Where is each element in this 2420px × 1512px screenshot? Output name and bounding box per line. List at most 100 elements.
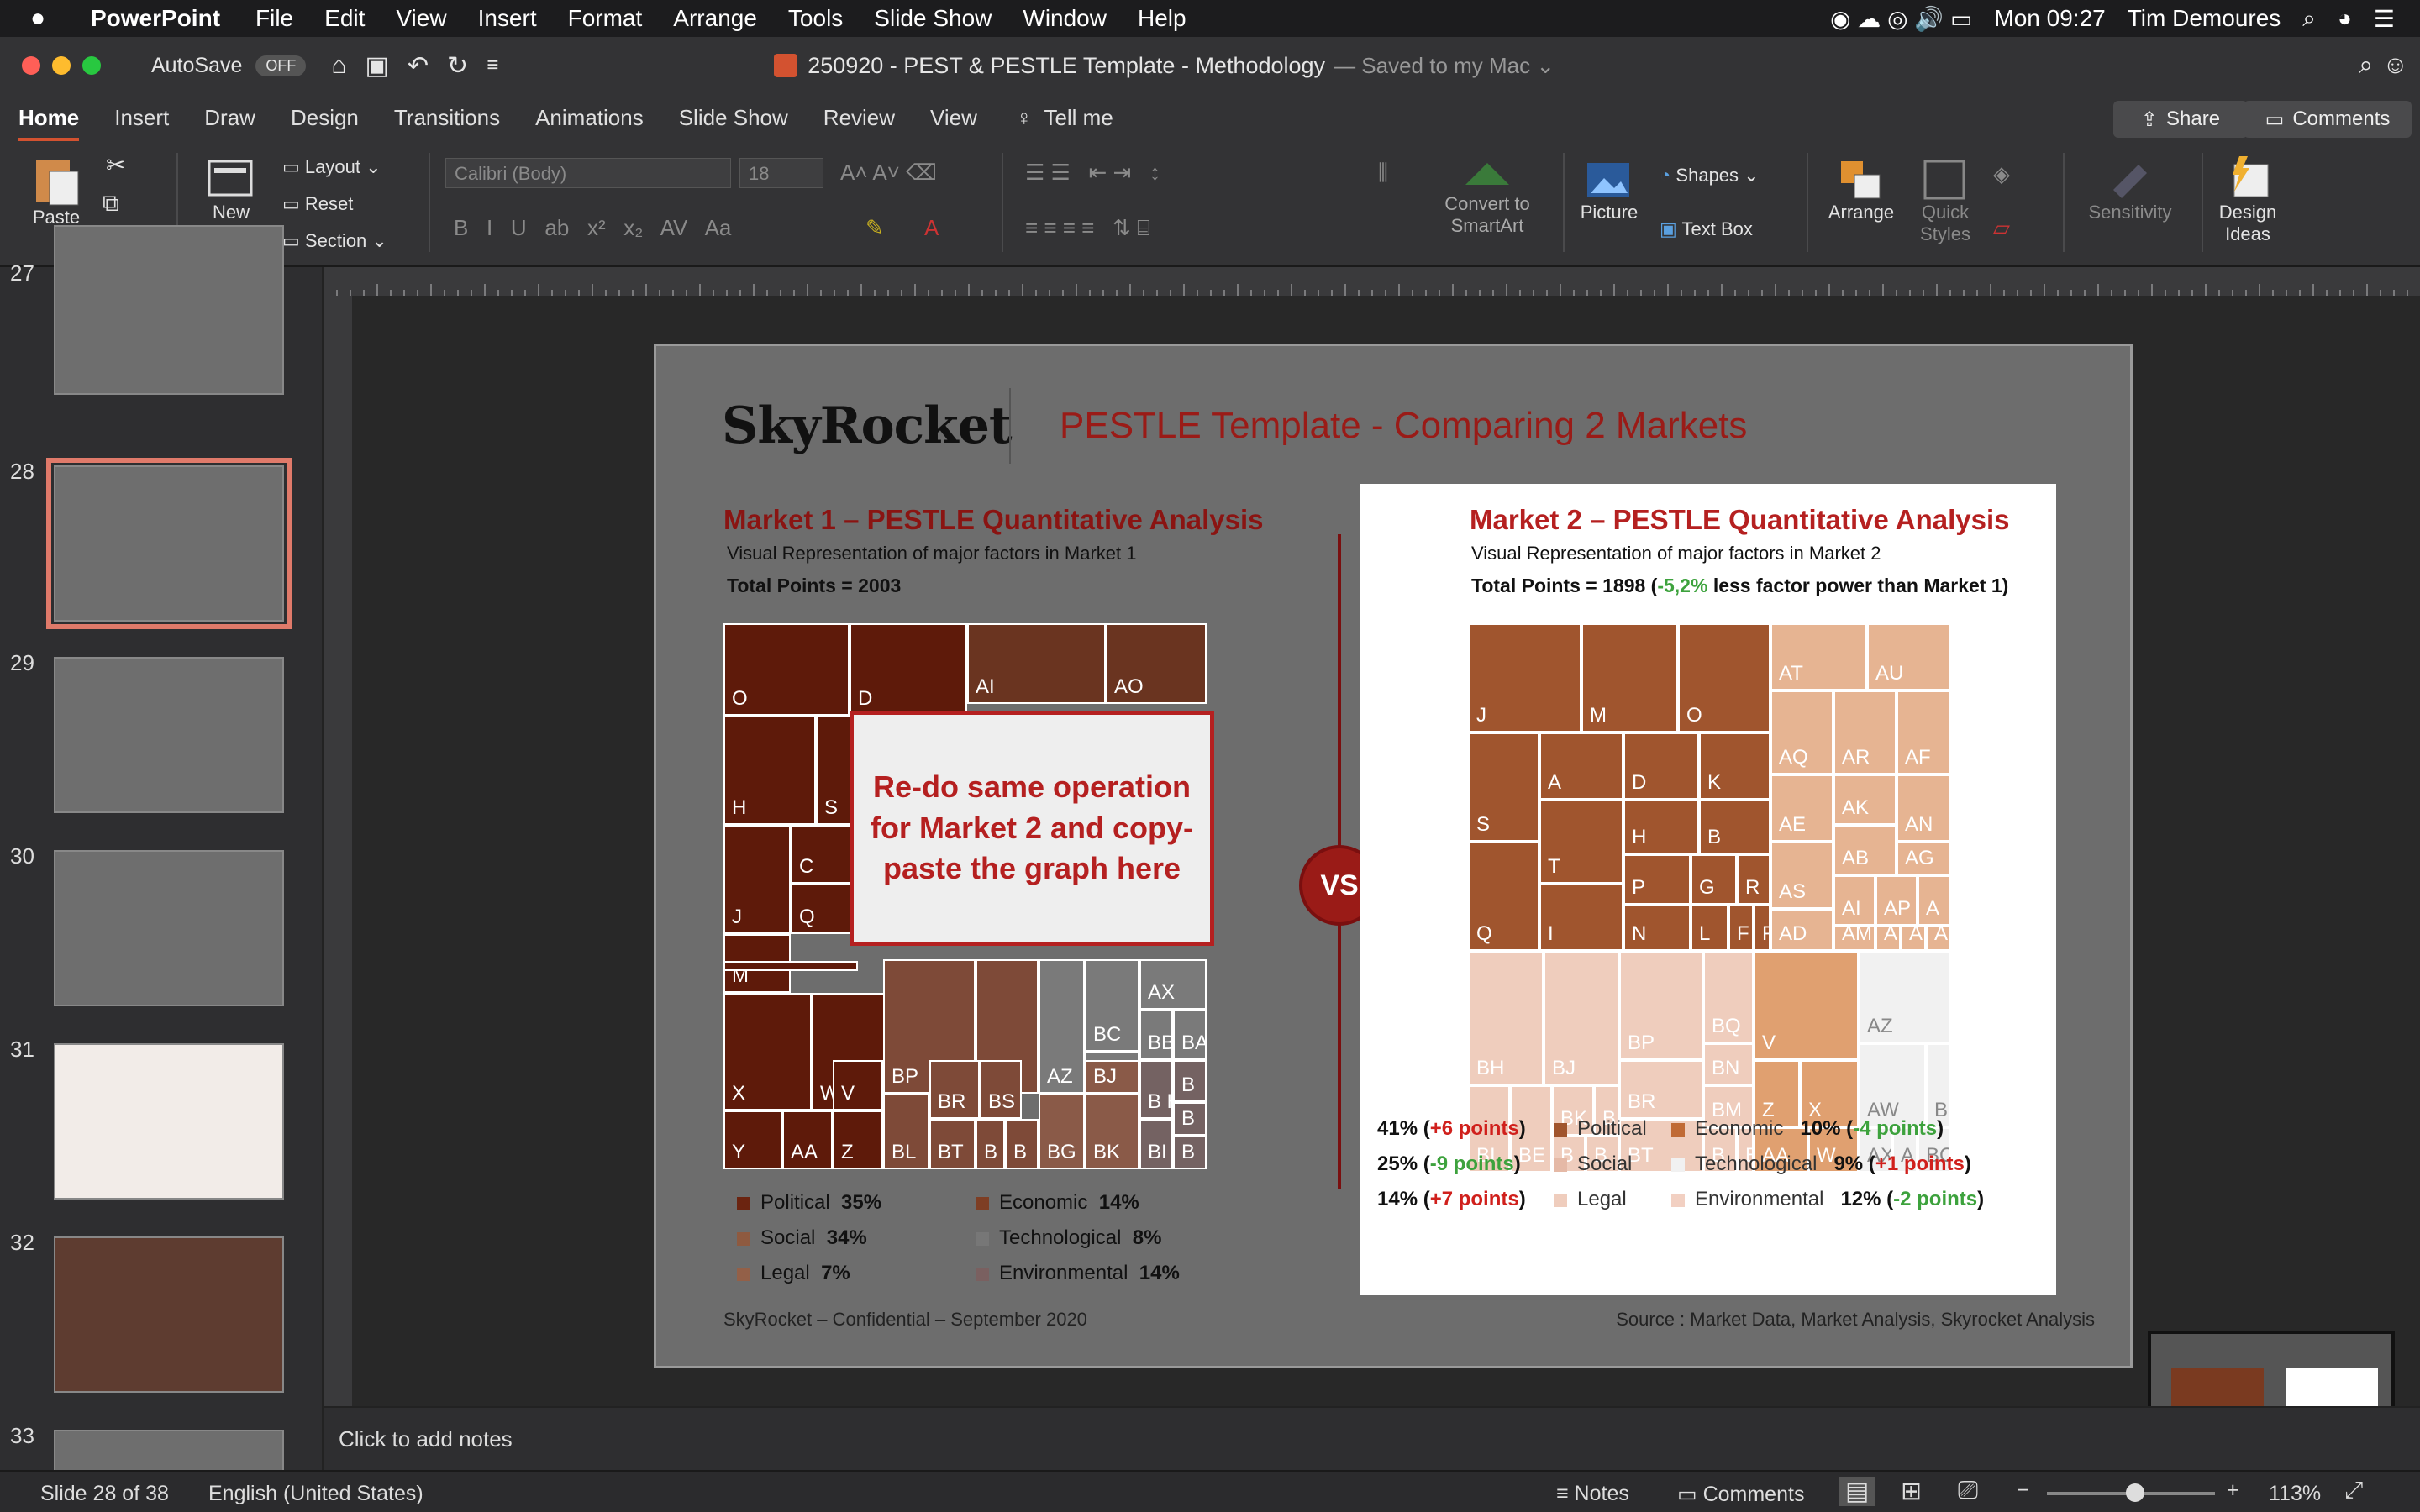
app-menu[interactable]: PowerPoint	[91, 5, 220, 32]
tab-view[interactable]: View	[930, 98, 977, 138]
horizontal-ruler[interactable]	[323, 267, 2420, 296]
tab-home[interactable]: Home	[18, 98, 80, 141]
zoom-in-icon[interactable]: +	[2227, 1478, 2239, 1503]
reset-button[interactable]: ▭ Reset	[282, 193, 353, 215]
copy-icon[interactable]: ⧉	[103, 190, 119, 218]
section-button[interactable]: ▭ Section ⌄	[282, 230, 387, 252]
slide[interactable]: SkyRocket PESTLE Template - Comparing 2 …	[654, 344, 2133, 1368]
bullets-icon[interactable]: ☰ ☰ ⇤ ⇥ ↕	[1025, 160, 1160, 186]
treemap-tile: B H	[1139, 1060, 1173, 1119]
bold-icon[interactable]: B I U ab x² x₂ AV Aa	[454, 215, 731, 241]
tab-draw[interactable]: Draw	[204, 98, 255, 138]
menu-insert[interactable]: Insert	[478, 5, 537, 32]
highlight-icon[interactable]: ✎	[865, 215, 884, 241]
siri-icon[interactable]: ◕	[2338, 5, 2352, 32]
vertical-ruler[interactable]	[324, 296, 352, 1406]
tab-transitions[interactable]: Transitions	[394, 98, 500, 138]
slide-thumbnails-pane[interactable]: 27 28 29 30 31 32 33	[0, 225, 324, 1480]
menu-slideshow[interactable]: Slide Show	[874, 5, 992, 32]
treemap-tile: AD	[1770, 909, 1833, 951]
treemap-tile: H	[1623, 800, 1699, 854]
clock[interactable]: Mon 09:27	[1994, 5, 2105, 32]
minimize-window-button[interactable]	[52, 56, 71, 75]
font-family-select[interactable]: Calibri (Body)	[445, 158, 731, 188]
convert-smartart-button[interactable]: Convert to SmartArt	[1428, 160, 1546, 237]
tell-me[interactable]: Tell me	[1044, 98, 1113, 138]
save-status[interactable]: — Saved to my Mac ⌄	[1334, 53, 1555, 79]
apple-icon[interactable]: ●	[30, 4, 77, 33]
zoom-level[interactable]: 113%	[2269, 1482, 2321, 1506]
search-icon[interactable]: ⌕	[2359, 51, 2373, 80]
slide-thumbnail[interactable]	[54, 1236, 284, 1393]
design-ideas-button[interactable]: Design Ideas	[2210, 153, 2286, 245]
menu-file[interactable]: File	[255, 5, 293, 32]
slide-thumbnail-selected[interactable]	[46, 458, 292, 629]
user-name[interactable]: Tim Demoures	[2128, 5, 2281, 32]
home-icon[interactable]: ⌂	[331, 51, 346, 80]
menu-edit[interactable]: Edit	[324, 5, 365, 32]
slide-thumbnail[interactable]	[54, 1043, 284, 1200]
textbox-button[interactable]: ▣ Text Box	[1660, 218, 1753, 240]
zoom-slider-thumb[interactable]	[2126, 1483, 2144, 1502]
sensitivity-button[interactable]: Sensitivity	[2084, 156, 2176, 223]
tab-animations[interactable]: Animations	[535, 98, 644, 138]
grow-font-icon[interactable]: A˄ A˅ ⌫	[840, 160, 937, 186]
menu-help[interactable]: Help	[1138, 5, 1186, 32]
columns-icon[interactable]: ⫼	[1378, 160, 1388, 186]
layout-button[interactable]: ▭ Layout ⌄	[282, 156, 381, 178]
tab-slideshow[interactable]: Slide Show	[679, 98, 788, 138]
slide-thumbnail[interactable]	[54, 657, 284, 813]
sorter-view-icon[interactable]: ⊞	[1901, 1477, 1922, 1506]
fit-slide-icon[interactable]: ⤢	[2344, 1477, 2363, 1504]
font-color-icon[interactable]: A	[924, 215, 939, 241]
menu-view[interactable]: View	[396, 5, 446, 32]
font-size-select[interactable]: 18	[739, 158, 823, 188]
cut-icon[interactable]: ✂	[106, 151, 125, 179]
redo-icon[interactable]: ↻	[447, 51, 468, 81]
zoom-window-button[interactable]	[82, 56, 101, 75]
comments-toggle[interactable]: ▭ Comments	[1677, 1482, 1804, 1507]
shape-fill-icon[interactable]: ◈	[1993, 161, 2010, 187]
autosave-toggle[interactable]: OFF	[255, 55, 307, 76]
presenter-view-icon[interactable]: ⎚	[1958, 1477, 1978, 1505]
slide-thumbnail[interactable]	[54, 225, 284, 395]
language[interactable]: English (United States)	[208, 1482, 424, 1506]
picture-button[interactable]: Picture	[1571, 156, 1647, 223]
menu-format[interactable]: Format	[568, 5, 643, 32]
tab-insert[interactable]: Insert	[114, 98, 169, 138]
align-icon[interactable]: ≡ ≡ ≡ ≡ ⇅ ⌸	[1025, 215, 1150, 242]
comments-button[interactable]: ▭ Comments	[2244, 101, 2412, 138]
market2-total: Total Points = 1898 (-5,2% less factor p…	[1471, 575, 2008, 597]
arrange-button[interactable]: Arrange	[1819, 156, 1903, 223]
customize-toolbar-icon[interactable]: ≡	[487, 54, 498, 77]
zoom-out-icon[interactable]: −	[2017, 1478, 2029, 1503]
undo-icon[interactable]: ↶	[408, 51, 429, 81]
treemap-tile: AI	[967, 623, 1106, 704]
share-button[interactable]: ⇪ Share	[2113, 101, 2248, 138]
status-icons[interactable]: ◉ ☁ ◎ 🔊 ▭	[1830, 5, 1972, 33]
sensitivity-icon	[2113, 165, 2147, 198]
notes-pane[interactable]: Click to add notes	[324, 1406, 2420, 1470]
quick-styles-button[interactable]: Quick Styles	[1907, 156, 1983, 245]
legend-label: Economic	[1695, 1117, 1784, 1140]
normal-view-icon[interactable]: ▤	[1839, 1477, 1876, 1506]
account-icon[interactable]: ☺	[2382, 51, 2408, 80]
spotlight-icon[interactable]: ⌕	[2302, 5, 2316, 33]
menu-window[interactable]: Window	[1023, 5, 1107, 32]
save-icon[interactable]: ▣	[366, 51, 389, 81]
slide-thumbnail[interactable]	[54, 850, 284, 1006]
shapes-button[interactable]: ◔ Shapes ⌄	[1660, 165, 1760, 186]
paste-button[interactable]: Paste	[18, 153, 94, 228]
notes-toggle[interactable]: ≡ Notes	[1556, 1482, 1629, 1506]
tab-design[interactable]: Design	[291, 98, 359, 138]
menu-arrange[interactable]: Arrange	[673, 5, 757, 32]
menu-tools[interactable]: Tools	[788, 5, 843, 32]
shape-outline-icon[interactable]: ▱	[1993, 215, 2010, 241]
zoom-slider[interactable]	[2047, 1483, 2215, 1502]
control-center-icon[interactable]: ☰	[2374, 5, 2395, 33]
legend-value: 7%	[821, 1262, 850, 1284]
autosave-label: AutoSave	[151, 53, 243, 77]
tab-review[interactable]: Review	[823, 98, 895, 138]
close-window-button[interactable]	[22, 56, 40, 75]
total-text: Total Points = 1898 (	[1471, 575, 1658, 596]
